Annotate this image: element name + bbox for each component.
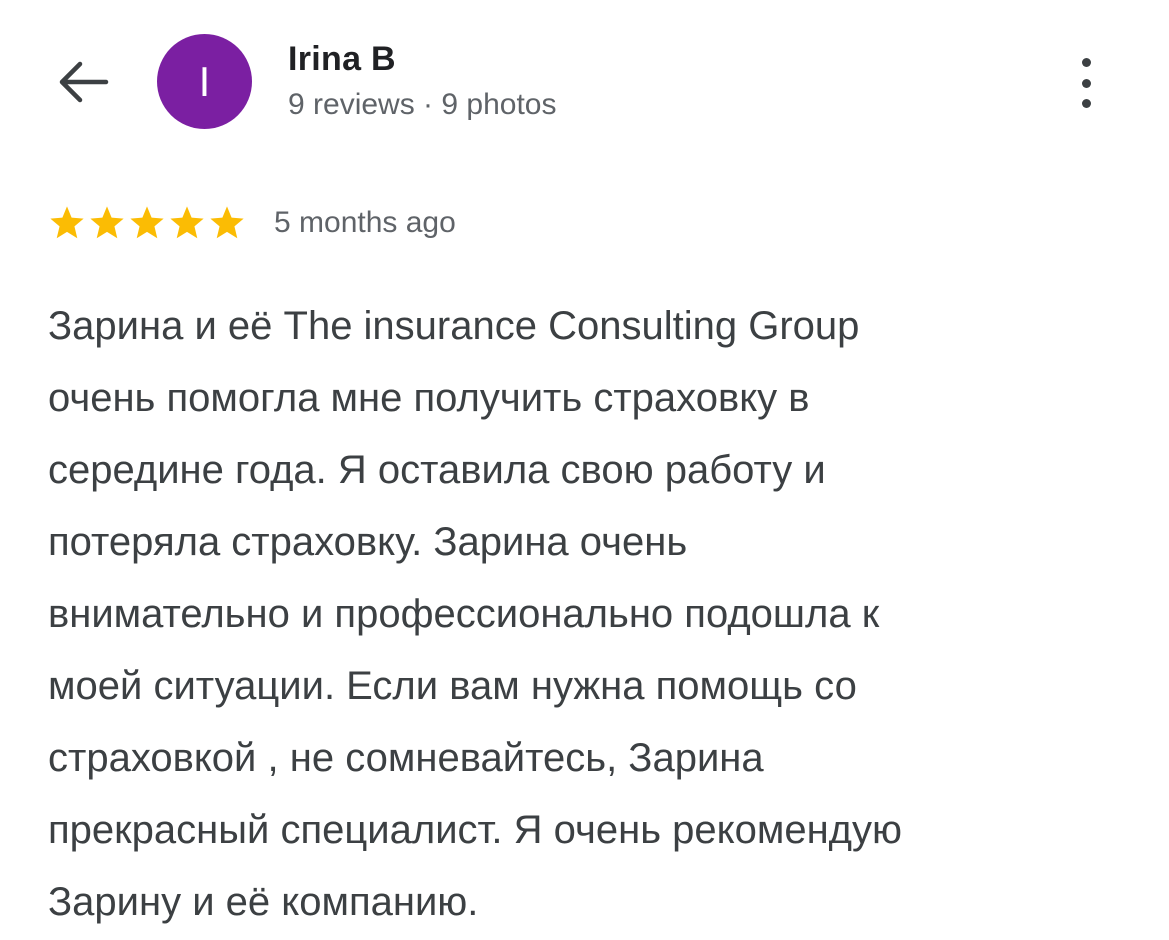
star-icon (50, 206, 84, 239)
back-button[interactable] (52, 56, 116, 108)
star-rating (48, 204, 246, 242)
more-vertical-icon-dot-3 (1081, 99, 1091, 108)
reviewer-name[interactable]: Irina B (288, 40, 396, 79)
more-vertical-icon-dot-1 (1081, 58, 1091, 67)
review-time: 5 months ago (274, 206, 456, 239)
star-icon (170, 206, 204, 239)
more-options-button[interactable] (1062, 52, 1110, 114)
review-text: Зарина и её The insurance Consulting Gro… (48, 304, 903, 924)
avatar[interactable]: I (157, 34, 252, 129)
star-icon (90, 206, 124, 239)
star-icon (130, 206, 164, 239)
avatar-letter: I (198, 57, 211, 105)
star-icon (210, 206, 244, 239)
rating-row: 5 months ago (48, 200, 456, 246)
arrow-left-icon (59, 61, 109, 103)
reviewer-meta: 9 reviews · 9 photos (288, 88, 557, 121)
more-vertical-icon-dot-2 (1081, 78, 1091, 88)
